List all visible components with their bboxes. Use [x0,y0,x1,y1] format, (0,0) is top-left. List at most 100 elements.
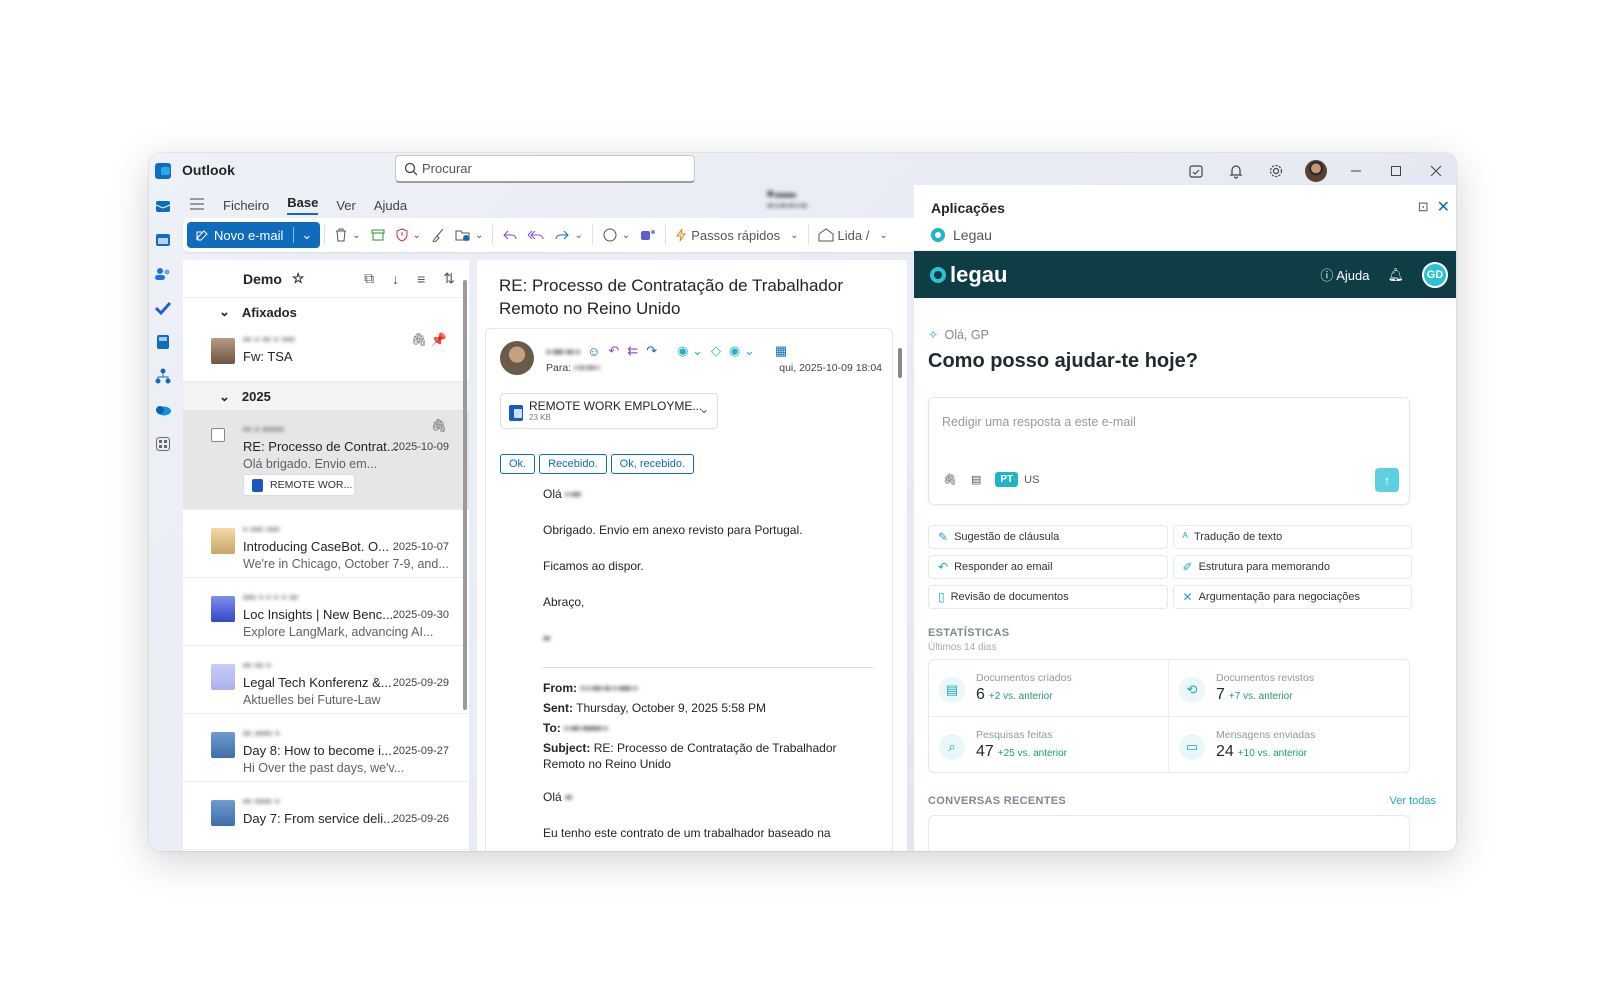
archive-button[interactable] [366,222,390,248]
chip-document-review[interactable]: ▯ Revisão de documentos [928,585,1168,609]
tab-ajuda[interactable]: Ajuda [374,198,407,213]
chip-negotiation[interactable]: ✕ Argumentação para negociações [1172,585,1412,609]
list-item[interactable]: ▪▪ ▪▪ ▪ Legal Tech Konferenz &... Aktuel… [183,646,469,714]
stats-subtitle: Últimos 14 dias [928,642,997,653]
pin-panel-icon[interactable]: ⊡ [1418,199,1429,215]
sender-photo [211,596,235,622]
forward-icon[interactable]: ↷ [646,343,657,359]
attachment-card[interactable]: REMOTE WORK EMPLOYME... 23 KB ⌄ [500,393,718,429]
message-date: 2025-09-26 [392,813,449,825]
quick-steps-dropdown-icon[interactable]: ⌄ [785,222,803,248]
filter-icon[interactable]: ≡ [417,271,425,287]
reply-all-icon[interactable]: ⇇ [627,343,638,359]
chip-clause-suggestion[interactable]: ✎ Sugestão de cláusula [928,525,1168,549]
forward-button[interactable]: ⌄ [549,222,587,248]
reply-all-button[interactable] [523,222,549,248]
message-preview: Explore LangMark, advancing AI... [243,625,434,639]
reply-icon[interactable]: ↶ [608,343,619,359]
mail-icon[interactable] [149,189,177,223]
sort-icon[interactable]: ⇅ [443,270,455,287]
group-2025[interactable]: ⌄ 2025 [183,382,469,410]
send-button[interactable]: ↑ [1375,468,1399,492]
favorite-star-icon[interactable]: ☆ [292,270,305,287]
people-icon[interactable] [149,257,177,291]
chip-memo-structure[interactable]: ✐ Estrutura para memorando [1172,555,1412,579]
maximize-icon[interactable] [1376,153,1416,189]
review-icon: ⟲ [1179,677,1205,703]
addin-legau2-icon[interactable]: ◉ ⌄ [729,343,755,359]
list-scrollbar[interactable] [463,280,467,710]
message-preview: Olá brigado. Envio em... [243,457,378,471]
lang-us-toggle[interactable]: US [1024,474,1039,486]
delete-button[interactable]: ⌄ [329,222,365,248]
report-button[interactable]: ⌄ [390,222,426,248]
list-item[interactable]: ▪▪ ▪▪▪▪ ▪ Day 8: How to become i... Hi O… [183,714,469,782]
addin-legau-icon[interactable]: ◉ ⌄ [677,343,703,359]
folder-name: Demo [243,270,282,287]
stat-searches: ⌕ Pesquisas feitas 47 +25 vs. anterior [929,716,1169,772]
emoji-icon[interactable]: ☺ [587,344,600,359]
pin-icon[interactable]: 📌 [431,332,447,348]
see-all-link[interactable]: Ver todas [1390,795,1436,807]
bell-icon[interactable]: 🔔︎ [1387,267,1404,283]
todo-icon[interactable] [149,291,177,325]
select-checkbox[interactable] [211,428,225,442]
help-link[interactable]: ⓘ Ajuda [1320,265,1369,284]
chat-button[interactable]: ⌄ [597,222,635,248]
jump-to-icon[interactable]: ↓ [392,271,399,287]
attach-icon[interactable]: 🖇 [943,473,957,486]
new-mail-button[interactable]: Novo e-mail ⌄ [187,222,321,248]
my-day-icon[interactable] [1176,153,1216,189]
tab-ficheiro[interactable]: Ficheiro [223,198,269,213]
org-explorer-icon[interactable] [149,359,177,393]
onedrive-icon[interactable] [149,393,177,427]
document-icon[interactable]: ▤ [971,473,981,486]
sender-photo [211,664,235,690]
search-box[interactable]: Procurar [395,155,695,183]
reply-button[interactable] [497,222,523,248]
quick-reply-recebido[interactable]: Recebido. [539,454,607,474]
select-icon[interactable]: ⧉ [364,270,374,287]
minimize-icon[interactable] [1336,153,1376,189]
sweep-button[interactable] [426,222,450,248]
compose-box[interactable]: Redigir uma resposta a este e-mail 🖇 ▤ P… [928,397,1410,505]
message-date: 2025-09-27 [392,745,449,757]
close-window-icon[interactable] [1416,153,1456,189]
account-avatar[interactable] [1296,153,1336,189]
tab-base[interactable]: Base [287,195,319,215]
hamburger-menu-icon[interactable] [189,198,205,213]
list-item-pinned[interactable]: ▪▪ ▪ ▪▪ ▪ ▪▪▪ Fw: TSA 🖇 📌 [183,326,469,382]
chip-translation[interactable]: ᴬ Tradução de texto [1172,525,1412,549]
user-avatar[interactable]: GD [1422,261,1448,288]
move-to-button[interactable]: ⌄ [450,222,488,248]
quick-reply-ok[interactable]: Ok. [500,454,536,474]
chevron-down-icon[interactable]: ⌄ [699,402,709,416]
chevron-down-icon: ⌄ [219,388,230,404]
calendar-icon[interactable] [149,223,177,257]
reader-scrollbar[interactable] [898,348,902,378]
notifications-icon[interactable] [1216,153,1256,189]
quick-steps-button[interactable]: Passos rápidos [670,222,785,248]
list-item[interactable]: ▪▪ ▪▪▪▪ ▪ Day 7: From service deli... 20… [183,782,469,850]
lang-pt-toggle[interactable]: PT [995,472,1019,487]
read-unread-button[interactable]: Lida / ⌄ [813,222,893,248]
list-item[interactable]: ▪ ▪▪▪ ▪▪▪ Introducing CaseBot. O... We'r… [183,510,469,578]
new-mail-dropdown-icon[interactable]: ⌄ [293,227,312,243]
list-item[interactable]: ▪▪▪ ▪ ▪ ▪ ▪ ▪▪ Loc Insights | New Benc..… [183,578,469,646]
teams-button[interactable] [635,222,661,248]
group-pinned[interactable]: ⌄ Afixados [183,298,469,326]
tab-ver[interactable]: Ver [336,198,356,213]
attachment-chip[interactable]: REMOTE WOR... [243,474,355,496]
close-panel-icon[interactable]: ✕ [1437,197,1450,217]
quick-reply-ok-recebido[interactable]: Ok, recebido. [610,454,695,474]
more-apps-icon[interactable] [149,427,177,461]
organizer-icon[interactable] [149,325,177,359]
forward-icon [555,230,570,240]
apps-grid-icon[interactable]: ▦ [775,343,787,359]
quick-steps-label: Passos rápidos [691,227,781,243]
chip-reply-email[interactable]: ↶ Responder ao email [928,555,1168,579]
settings-gear-icon[interactable] [1256,153,1296,189]
sender-blurred: ▪ ▪▪▪ ▪▪▪ [243,522,280,536]
list-item[interactable]: ▪▪ ▪ ▪▪▪▪▪ RE: Processo de Contrat... Ol… [183,410,469,510]
addin-diamond-icon[interactable]: ◇ [711,343,721,359]
